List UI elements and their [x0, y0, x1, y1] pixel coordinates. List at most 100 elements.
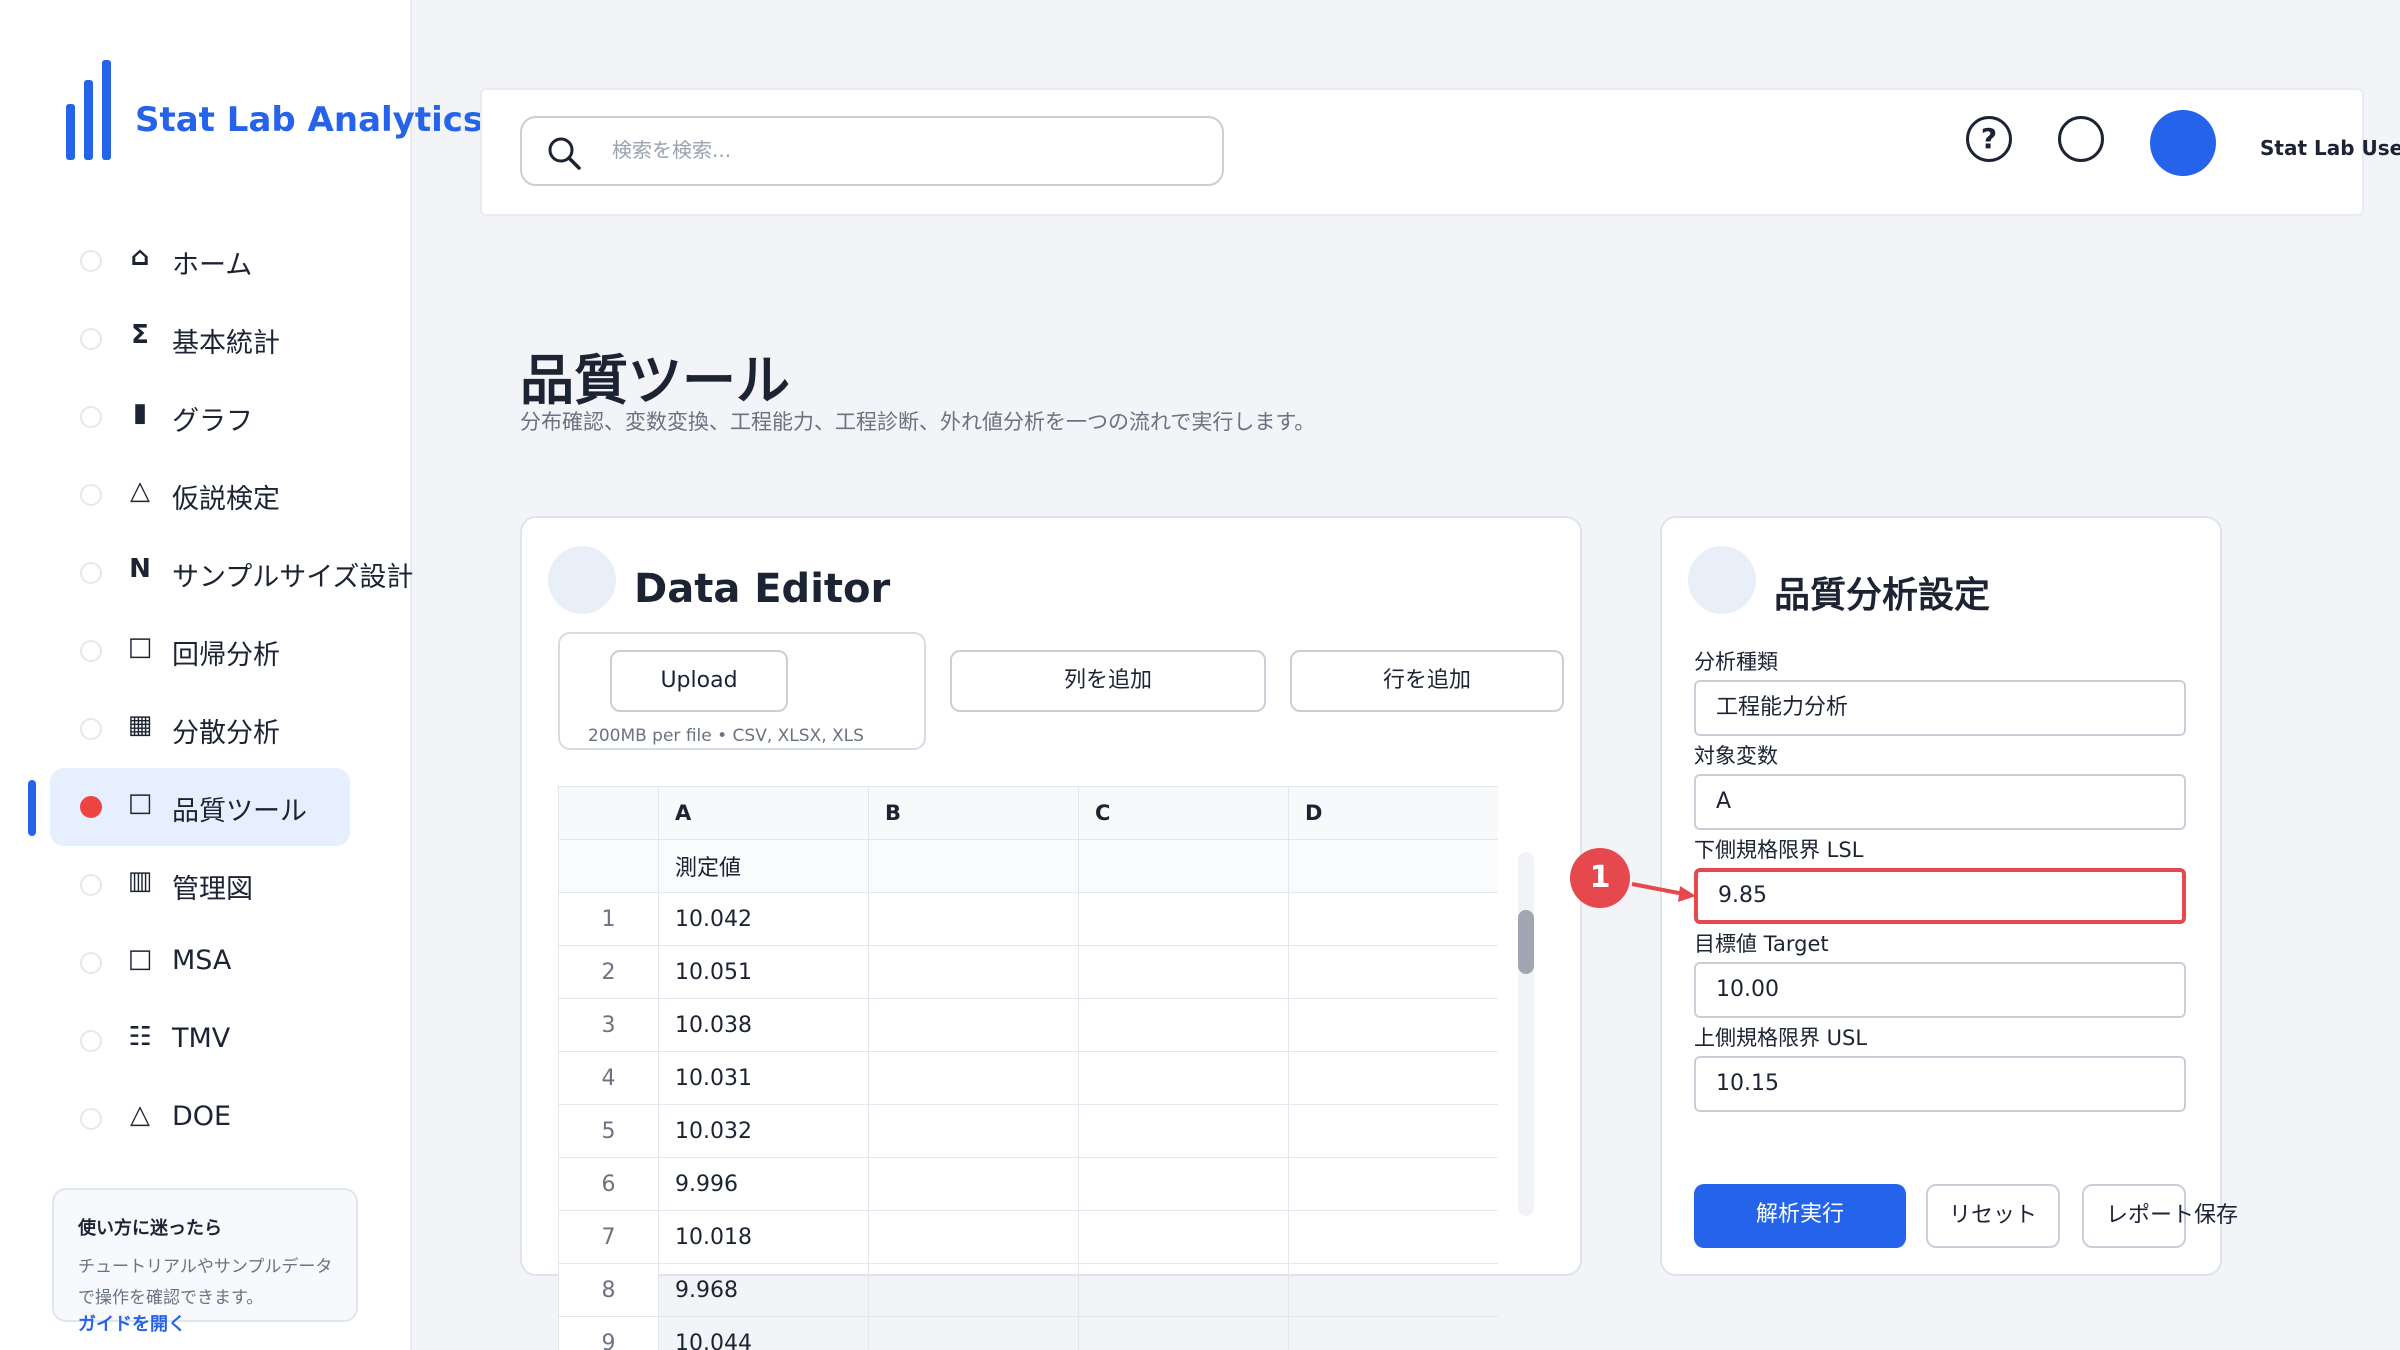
nav-item-icon: ⌂: [130, 242, 150, 272]
sidebar-item-label: 分散分析: [172, 718, 280, 749]
grid-cell[interactable]: [868, 1316, 1079, 1350]
grid-cell[interactable]: [1078, 839, 1289, 893]
grid-cell[interactable]: [868, 1104, 1079, 1158]
avatar[interactable]: [2150, 110, 2216, 176]
nav-radio-icon: [80, 640, 102, 662]
column-header-c[interactable]: C: [1078, 786, 1289, 840]
sidebar-item-4[interactable]: N サンプルサイズ設計: [50, 534, 413, 612]
step-badge: 1: [1570, 848, 1630, 908]
lsl-label: 下側規格限界 LSL: [1694, 838, 1864, 862]
grid-scrollbar-thumb[interactable]: [1518, 910, 1534, 974]
grid-cell[interactable]: [1078, 998, 1289, 1052]
column-header-b[interactable]: B: [868, 786, 1079, 840]
grid-cell[interactable]: [1288, 839, 1498, 893]
grid-cell[interactable]: [868, 1051, 1079, 1105]
add-row-button[interactable]: 行を追加: [1290, 650, 1564, 712]
variable-name-row: 測定値: [558, 839, 1498, 893]
sidebar-item-0[interactable]: ⌂ ホーム: [50, 222, 350, 300]
brand-name: Stat Lab Analytics: [135, 100, 484, 140]
nav-item-icon: □: [127, 788, 153, 818]
help-card-body: チュートリアルやサンプルデータで操作を確認できます。: [78, 1257, 333, 1308]
sidebar-item-3[interactable]: △ 仮説検定: [50, 456, 350, 534]
grid-cell[interactable]: [1288, 1316, 1498, 1350]
grid-corner-cell: [558, 786, 659, 840]
grid-cell[interactable]: 10.038: [658, 998, 869, 1052]
sidebar-item-7[interactable]: □ 品質ツール: [50, 768, 350, 846]
sidebar-item-2[interactable]: ▮ グラフ: [50, 378, 350, 456]
grid-cell[interactable]: [1288, 1104, 1498, 1158]
sidebar-item-8[interactable]: ▥ 管理図: [50, 846, 350, 924]
nav-item-icon: ▮: [132, 398, 148, 428]
nav-item-icon: □: [127, 944, 153, 974]
nav-radio-icon: [80, 1108, 102, 1130]
grid-cell[interactable]: [1288, 998, 1498, 1052]
grid-cell[interactable]: [868, 945, 1079, 999]
grid-cell[interactable]: 10.051: [658, 945, 869, 999]
variable-select[interactable]: A: [1694, 774, 2186, 830]
nav-item-icon: △: [130, 476, 150, 506]
grid-cell[interactable]: 測定値: [658, 839, 869, 893]
notification-icon[interactable]: [2058, 116, 2104, 162]
grid-cell[interactable]: [868, 892, 1079, 946]
grid-cell[interactable]: [1288, 1263, 1498, 1317]
nav-item-icon: ▥: [127, 866, 153, 896]
nav-item-icon: □: [127, 632, 153, 662]
grid-cell[interactable]: [868, 1157, 1079, 1211]
grid-cell[interactable]: 10.042: [658, 892, 869, 946]
reset-button[interactable]: リセット: [1926, 1184, 2060, 1248]
grid-cell[interactable]: [1078, 1263, 1289, 1317]
help-icon[interactable]: ?: [1966, 116, 2012, 162]
grid-cell[interactable]: 9.968: [658, 1263, 869, 1317]
sidebar-item-9[interactable]: □ MSA: [50, 924, 350, 1002]
grid-cell[interactable]: [868, 998, 1079, 1052]
sidebar-item-6[interactable]: ▦ 分散分析: [50, 690, 350, 768]
grid-cell[interactable]: [1078, 1316, 1289, 1350]
grid-scrollbar-track[interactable]: [1518, 852, 1534, 1216]
table-row: 5 10.032: [558, 1104, 1498, 1158]
grid-cell[interactable]: [1288, 892, 1498, 946]
grid-cell[interactable]: [1288, 1210, 1498, 1264]
grid-cell[interactable]: [868, 1263, 1079, 1317]
grid-cell[interactable]: [1288, 945, 1498, 999]
search-input[interactable]: [610, 124, 1204, 176]
nav-radio-icon: [80, 484, 102, 506]
grid-cell[interactable]: 10.018: [658, 1210, 869, 1264]
grid-cell[interactable]: [1288, 1051, 1498, 1105]
sidebar-item-11[interactable]: △ DOE: [50, 1080, 350, 1158]
grid-cell[interactable]: [1288, 1157, 1498, 1211]
sidebar-item-5[interactable]: □ 回帰分析: [50, 612, 350, 690]
grid-cell[interactable]: [1078, 1157, 1289, 1211]
grid-cell[interactable]: 10.031: [658, 1051, 869, 1105]
sidebar-item-1[interactable]: Σ 基本統計: [50, 300, 350, 378]
usl-label: 上側規格限界 USL: [1694, 1026, 1868, 1050]
upload-button[interactable]: Upload: [610, 650, 788, 712]
save-report-button[interactable]: レポート保存: [2082, 1184, 2238, 1248]
grid-cell[interactable]: 10.044: [658, 1316, 869, 1350]
grid-cell[interactable]: 10.032: [658, 1104, 869, 1158]
analysis-type-select[interactable]: 工程能力分析: [1694, 680, 2186, 736]
grid-cell[interactable]: [1078, 1210, 1289, 1264]
row-index: 5: [558, 1104, 659, 1158]
grid-cell[interactable]: [1078, 1104, 1289, 1158]
column-header-d[interactable]: D: [1288, 786, 1498, 840]
grid-cell[interactable]: 9.996: [658, 1157, 869, 1211]
sidebar-item-10[interactable]: ☷ TMV: [50, 1002, 350, 1080]
nav-radio-icon: [80, 406, 102, 428]
table-row: 4 10.031: [558, 1051, 1498, 1105]
grid-cell[interactable]: [868, 1210, 1079, 1264]
grid-cell[interactable]: [1078, 1051, 1289, 1105]
nav-radio-icon: [80, 952, 102, 974]
grid-cell[interactable]: [1078, 945, 1289, 999]
target-input[interactable]: 10.00: [1694, 962, 2186, 1018]
lsl-input[interactable]: 9.85: [1694, 868, 2186, 924]
row-index: 8: [558, 1263, 659, 1317]
help-guide-link[interactable]: ガイドを開く: [78, 1310, 186, 1336]
grid-cell[interactable]: [1078, 892, 1289, 946]
grid-cell[interactable]: [868, 839, 1079, 893]
active-indicator: [28, 780, 36, 836]
usl-input[interactable]: 10.15: [1694, 1056, 2186, 1112]
run-analysis-button[interactable]: 解析実行: [1694, 1184, 1906, 1248]
nav-item-icon: ▦: [127, 710, 153, 740]
add-column-button[interactable]: 列を追加: [950, 650, 1266, 712]
column-header-a[interactable]: A: [658, 786, 869, 840]
